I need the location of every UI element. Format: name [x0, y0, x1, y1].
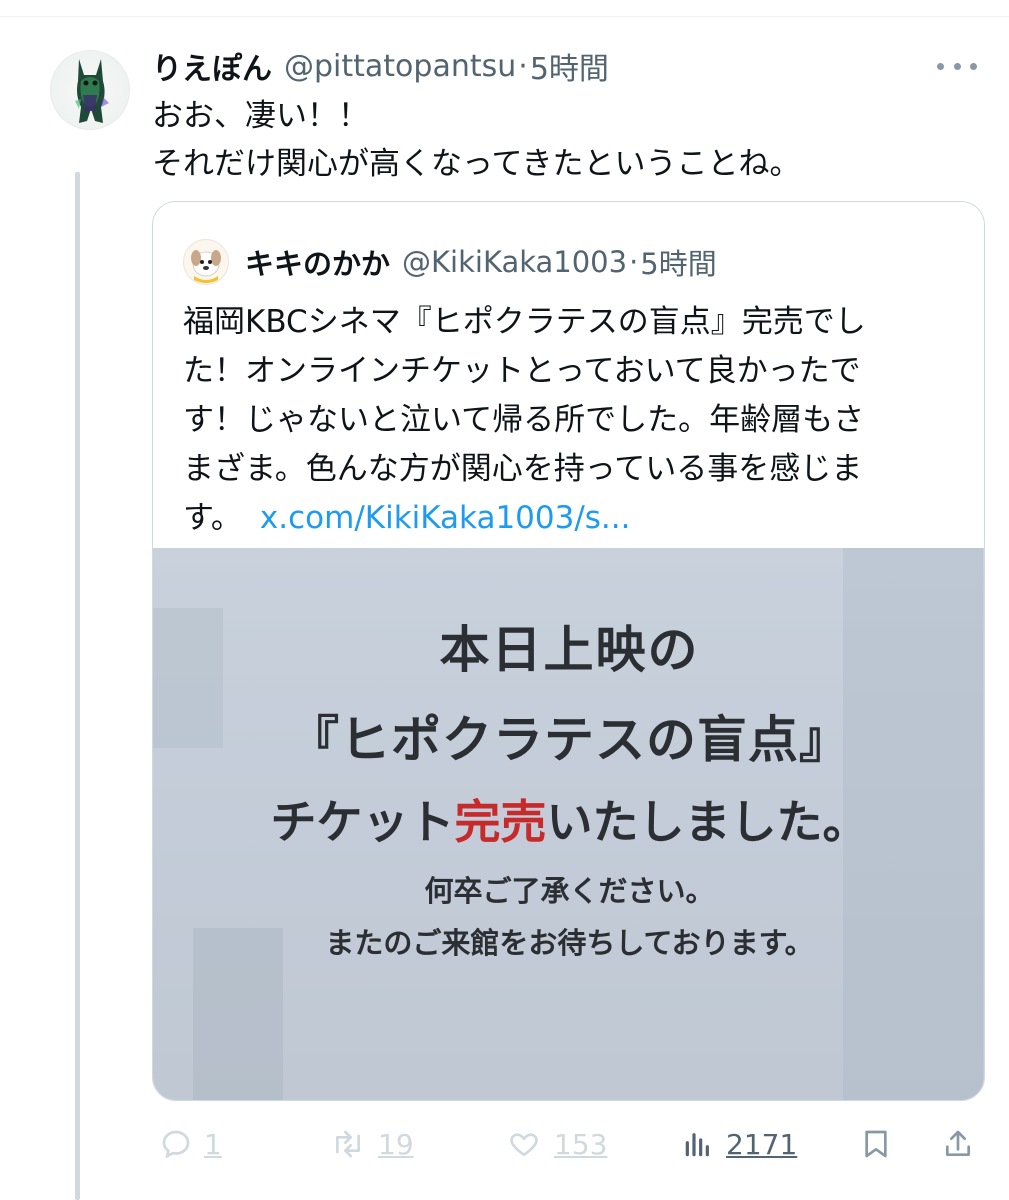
separator-dot: ·: [518, 48, 528, 84]
sold-out-notice-sign: 本日上映の 『ヒポクラテスの盲点』 チケット完売いたしました。 何卒ご了承くださ…: [153, 548, 984, 1100]
sign-line: またのご来館をお待ちしております。: [325, 926, 814, 960]
retweet-count: 19: [378, 1127, 414, 1161]
quoted-tweet-card[interactable]: キキのかか @KikiKaka1003 · 5時間 福岡KBCシネマ『ヒポクラテ…: [152, 201, 985, 1101]
reply-icon: [162, 1130, 190, 1159]
sign-line: チケット完売いたしました。: [153, 786, 984, 852]
share-button[interactable]: [942, 1120, 974, 1168]
sign-line: 何卒ご了承ください。: [424, 874, 715, 908]
quoted-text-line-last: す。 x.com/KikiKaka1003/s...: [183, 494, 963, 543]
thread-connector-line: [75, 172, 80, 1200]
bookmark-button[interactable]: [860, 1120, 892, 1168]
quoted-text-line: まざま。色んな方が関心を持っている事を感じま: [183, 451, 863, 487]
share-icon: [946, 1130, 970, 1156]
sign-sold-out-text: 完売: [454, 795, 547, 849]
reply-count: 1: [204, 1127, 222, 1161]
tweet-text-line: おお、凄い！！: [152, 98, 369, 134]
quoted-avatar: [183, 239, 229, 285]
action-bar: 1 19 153 2171: [152, 1120, 982, 1168]
retweet-button[interactable]: 19: [330, 1120, 414, 1168]
separator-dot: ·: [629, 245, 639, 279]
quoted-tweet-image[interactable]: 本日上映の 『ヒポクラテスの盲点』 チケット完売いたしました。 何卒ご了承くださ…: [153, 548, 984, 1100]
reply-button[interactable]: 1: [160, 1120, 222, 1168]
quoted-tweet-link[interactable]: x.com/KikiKaka1003/s...: [260, 500, 631, 536]
tweet-text-line: それだけ関心が高くなってきたということね。: [152, 146, 801, 182]
avatar-cat-art-icon: [75, 59, 109, 123]
quoted-text-line: 福岡KBCシネマ『ヒポクラテスの盲点』完売でし: [183, 304, 866, 340]
sign-line: 本日上映の: [439, 621, 700, 679]
avatar[interactable]: [50, 50, 130, 130]
quoted-text-line: た！オンラインチケットとっておいて良かったで: [183, 353, 861, 389]
top-divider: [0, 16, 1009, 17]
quoted-text-line: す。: [183, 500, 242, 536]
retweet-icon: [336, 1130, 360, 1158]
sign-text: いたしました。: [546, 795, 869, 849]
quoted-display-name[interactable]: キキのかか: [245, 241, 390, 283]
user-handle[interactable]: @pittatopantsu: [284, 49, 516, 84]
views-button[interactable]: 2171: [682, 1120, 797, 1168]
views-chart-icon: [685, 1133, 709, 1157]
bookmark-icon: [865, 1130, 887, 1158]
like-count: 153: [554, 1127, 608, 1161]
like-button[interactable]: 153: [506, 1120, 607, 1168]
quoted-tweet-text: 福岡KBCシネマ『ヒポクラテスの盲点』完売でし た！オンラインチケットとっておい…: [183, 298, 963, 543]
more-options-icon[interactable]: [937, 54, 977, 78]
display-name[interactable]: りえぽん: [152, 44, 272, 88]
tweet-header: りえぽん @pittatopantsu · 5時間: [152, 44, 609, 88]
tweet-timestamp[interactable]: 5時間: [530, 44, 609, 88]
quoted-user-handle[interactable]: @KikiKaka1003: [402, 245, 627, 279]
quoted-timestamp[interactable]: 5時間: [640, 241, 716, 283]
views-count: 2171: [726, 1127, 798, 1161]
tweet-text: おお、凄い！！ それだけ関心が高くなってきたということね。: [152, 92, 972, 188]
sign-text: チケット: [270, 795, 455, 849]
heart-icon: [510, 1133, 538, 1157]
quoted-tweet-header: キキのかか @KikiKaka1003 · 5時間: [183, 239, 717, 285]
dog-face-icon: [191, 250, 221, 283]
quoted-text-line: す！じゃないと泣いて帰る所でした。年齢層もさ: [183, 402, 865, 438]
sign-line: 『ヒポクラテスの盲点』: [289, 711, 850, 769]
